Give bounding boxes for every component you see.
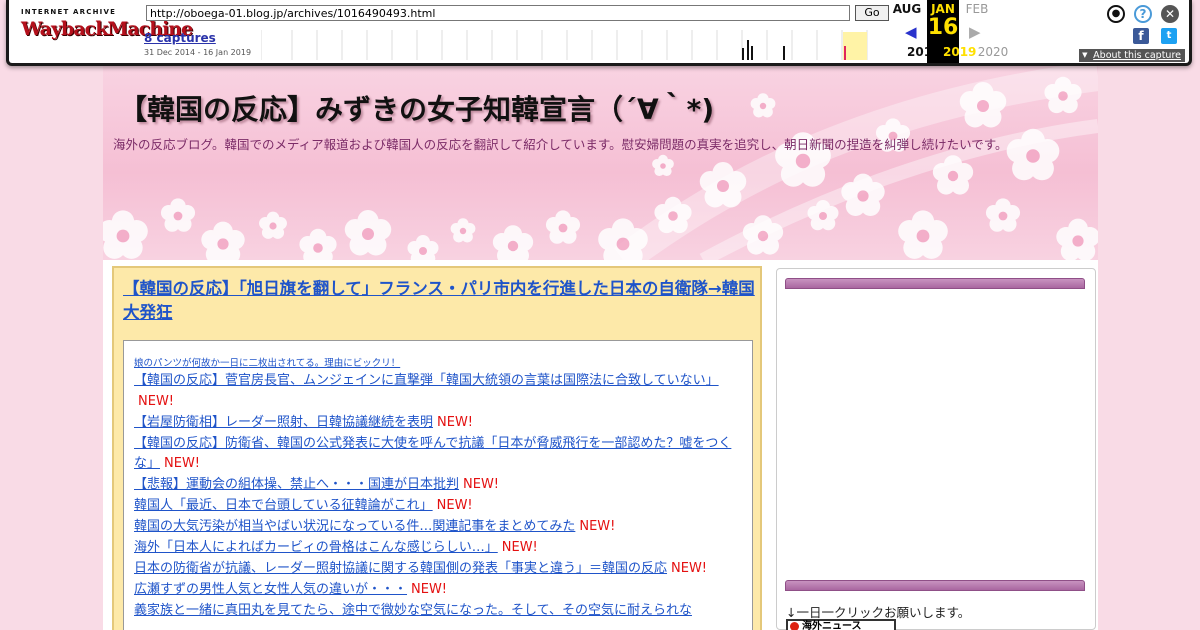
close-icon[interactable]: ✕ xyxy=(1161,5,1179,23)
wayback-date-range: 31 Dec 2014 - 16 Jan 2019 xyxy=(144,48,252,57)
wayback-url-input[interactable] xyxy=(146,5,850,21)
wayback-next-year: 2020 xyxy=(977,45,1009,59)
list-item: 韓国人「最近、日本で台頭している征韓論がこれ」 NEW! xyxy=(134,496,746,517)
feed-item-link[interactable]: 義家族と一緒に真田丸を見てたら、途中で微妙な空気になった。そして、その空気に耐え… xyxy=(134,603,692,618)
sparkline-capture-bars xyxy=(742,40,785,60)
sparkline-year-dividers xyxy=(261,30,868,60)
new-badge: NEW! xyxy=(463,477,500,492)
list-item: 広瀬すずの男性人気と女性人気の違いが・・・ NEW! xyxy=(134,580,746,601)
blog-header: 【韓国の反応】みずきの女子知韓宣言（´∀｀*) 海外の反応ブログ。韓国でのメディ… xyxy=(103,66,1098,260)
new-badge: NEW! xyxy=(671,561,708,576)
twitter-icon[interactable]: t xyxy=(1161,28,1177,44)
blog-title[interactable]: 【韓国の反応】みずきの女子知韓宣言（´∀｀*) xyxy=(119,88,714,128)
list-item: 韓国の大気汚染が相当やばい状況になっている件…関連記事をまとめてみた NEW! xyxy=(134,517,746,538)
wayback-icon-group: ● ? ✕ f t xyxy=(1103,4,1183,54)
wayback-logo-top: INTERNET ARCHIVE xyxy=(21,8,117,16)
feed-item-link[interactable]: 日本の防衛省が抗議、レーダー照射協議に関する韓国側の発表「事実と違う」＝韓国の反… xyxy=(134,561,667,576)
feed-item-link[interactable]: 韓国の大気汚染が相当やばい状況になっている件…関連記事をまとめてみた xyxy=(134,519,575,534)
feed-item-link[interactable]: 【韓国の反応】防衛省、韓国の公式発表に大使を呼んで抗議「日本が脅威飛行を一部認め… xyxy=(134,436,731,472)
list-item: 【岩屋防衛相】レーダー照射、日韓協議継続を表明 NEW! xyxy=(134,413,746,434)
wayback-prev-month: AUG xyxy=(892,2,922,16)
wayback-month-nav: AUG 2016 ◀ JAN 16 2019 ▶ FEB 2020 xyxy=(891,0,1077,63)
sparkline-current-year xyxy=(843,32,867,60)
wayback-toolbar: INTERNET ARCHIVE WaybackMachine Go 8 cap… xyxy=(6,0,1192,66)
new-badge: NEW! xyxy=(164,456,201,471)
feed-item-link[interactable]: 【悲報】運動会の組体操、禁止へ・・・国連が日本批判 xyxy=(134,477,459,492)
wayback-cur-day: 16 xyxy=(927,15,959,40)
feed-item-link[interactable]: 【岩屋防衛相】レーダー照射、日韓協議継続を表明 xyxy=(134,415,433,430)
new-badge: NEW! xyxy=(138,393,175,409)
feed-item-link[interactable]: 海外「日本人によればカービィの骨格はこんな感じらしい…」 xyxy=(134,540,498,555)
sidebar: ↓一日一クリックお願いします。 海外ニュース xyxy=(776,268,1096,630)
wayback-go-button[interactable]: Go xyxy=(855,5,889,21)
new-badge: NEW! xyxy=(436,498,473,513)
list-item: 【韓国の反応】菅官房長官、ムンジェインに直撃弾「韓国大統領の言葉は国際法に合致し… xyxy=(134,371,746,412)
facebook-icon[interactable]: f xyxy=(1133,28,1149,44)
new-badge: NEW! xyxy=(501,540,538,555)
list-item: 【悲報】運動会の組体操、禁止へ・・・国連が日本批判 NEW! xyxy=(134,475,746,496)
prev-capture-arrow-icon[interactable]: ◀ xyxy=(905,23,917,41)
feed-item-link[interactable]: 広瀬すずの男性人気と女性人気の違いが・・・ xyxy=(134,582,407,597)
wayback-next-month: FEB xyxy=(965,2,989,16)
list-item: 海外「日本人によればカービィの骨格はこんな感じらしい…」 NEW! xyxy=(134,538,746,559)
wayback-cur-month: JAN xyxy=(931,2,955,16)
list-item: 【韓国の反応】防衛省、韓国の公式発表に大使を呼んで抗議「日本が脅威飛行を一部認め… xyxy=(134,434,746,475)
new-badge: NEW! xyxy=(411,582,448,597)
blog-description: 海外の反応ブログ。韓国でのメディア報道および韓国人の反応を翻訳して紹介しています… xyxy=(113,137,1008,152)
wayback-next-column: FEB 2020 xyxy=(961,0,1009,63)
wayback-sparkline[interactable] xyxy=(261,30,889,60)
wayback-logo[interactable]: INTERNET ARCHIVE WaybackMachine xyxy=(21,8,193,48)
about-capture-link[interactable]: About this capture xyxy=(1079,49,1185,62)
feed-list: 【韓国の反応】菅官房長官、ムンジェインに直撃弾「韓国大統領の言葉は国際法に合致し… xyxy=(134,371,746,622)
main-column: 【韓国の反応】「旭日旗を翻して」フランス・パリ市内を行進した日本の自衛隊→韓国大… xyxy=(112,266,762,630)
feed-top-link[interactable]: 娘のパンツが何故か一日に二枚出されてる。理由にビックリ！ xyxy=(134,355,400,369)
wayback-current-column: JAN 16 2019 xyxy=(927,0,976,63)
sidebar-section-header xyxy=(785,278,1085,289)
related-feed-box: 娘のパンツが何故か一日に二枚出されてる。理由にビックリ！ 【韓国の反応】菅官房長… xyxy=(123,340,753,630)
sidebar-section-header xyxy=(785,580,1085,591)
wayback-logo-main: WaybackMachine xyxy=(21,18,193,40)
list-item: 義家族と一緒に真田丸を見てたら、途中で微妙な空気になった。そして、その空気に耐え… xyxy=(134,601,746,622)
list-item: 日本の防衛省が抗議、レーダー照射協議に関する韓国側の発表「事実と違う」＝韓国の反… xyxy=(134,559,746,580)
feed-item-link[interactable]: 韓国人「最近、日本で台頭している征韓論がこれ」 xyxy=(134,498,433,513)
feed-item-link[interactable]: 【韓国の反応】菅官房長官、ムンジェインに直撃弾「韓国大統領の言葉は国際法に合致し… xyxy=(134,373,719,388)
user-icon[interactable]: ● xyxy=(1107,5,1125,23)
article-title-link[interactable]: 【韓国の反応】「旭日旗を翻して」フランス・パリ市内を行進した日本の自衛隊→韓国大… xyxy=(123,277,757,325)
ranking-banner[interactable]: 海外ニュース xyxy=(786,619,896,630)
help-icon[interactable]: ? xyxy=(1134,5,1152,23)
new-badge: NEW! xyxy=(579,519,616,534)
new-badge: NEW! xyxy=(437,414,474,430)
wayback-captures-link[interactable]: 8 captures xyxy=(144,31,216,45)
